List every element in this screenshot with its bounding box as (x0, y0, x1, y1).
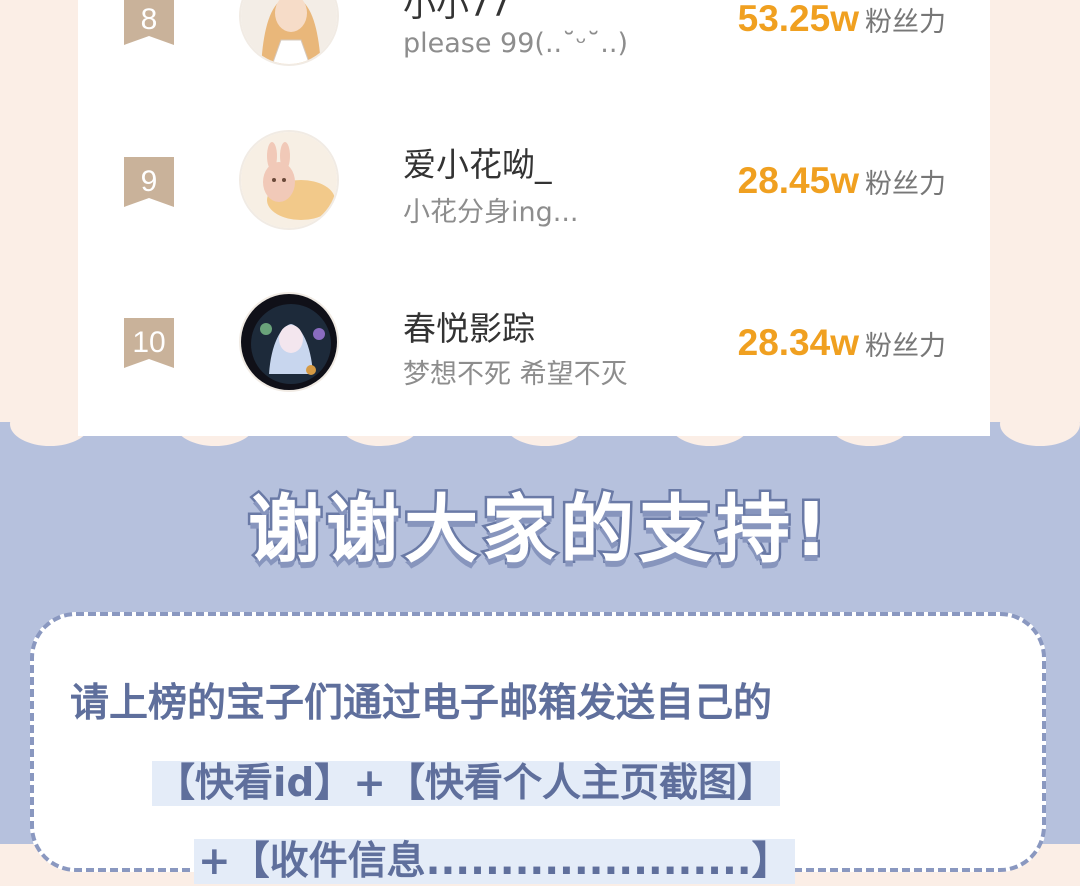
rank-badge: 10 (124, 318, 174, 368)
scallop-divider (0, 410, 1080, 446)
user-bio: 小花分身ing... (403, 197, 579, 228)
avatar[interactable] (239, 0, 339, 66)
notice-line-1: 请上榜的宝子们通过电子邮箱发送自己的 (70, 681, 773, 726)
score-unit: 粉丝力 (865, 331, 946, 362)
notice-line-2-text: 【快看id】+【快看个人主页截图】 (152, 761, 780, 806)
fan-score: 53.25w 粉丝力 (738, 0, 946, 40)
notice-line-3-text: +【收件信息......................】 (194, 839, 795, 884)
leaderboard-section: 8 小小77 please 99(..˘ᵕ˘..) 53.25w 粉丝力 9 爱… (0, 0, 1080, 440)
score-value: 53.25w (737, 0, 859, 39)
fan-score: 28.34w 粉丝力 (738, 322, 946, 364)
user-bio: please 99(..˘ᵕ˘..) (403, 28, 628, 59)
leaderboard-row[interactable]: 8 小小77 please 99(..˘ᵕ˘..) 53.25w 粉丝力 (78, 0, 990, 90)
notice-line-2: 【快看id】+【快看个人主页截图】 (152, 752, 780, 808)
rank-badge: 8 (124, 0, 174, 45)
score-value: 28.34w (737, 322, 859, 363)
leaderboard-row[interactable]: 9 爱小花呦_ 小花分身ing... 28.45w 粉丝力 (78, 120, 990, 250)
leaderboard-card: 8 小小77 please 99(..˘ᵕ˘..) 53.25w 粉丝力 9 爱… (78, 0, 990, 440)
user-bio: 梦想不死 希望不灭 (403, 359, 628, 390)
thanks-title: 谢谢大家的支持! (246, 485, 832, 576)
user-name: 小小77 (403, 0, 511, 24)
notice-box: 请上榜的宝子们通过电子邮箱发送自己的 【快看id】+【快看个人主页截图】 +【收… (30, 612, 1046, 884)
leaderboard-row[interactable]: 10 春悦影踪 梦想不死 希望不灭 28.34w 粉丝力 (78, 282, 990, 412)
score-unit: 粉丝力 (865, 169, 946, 200)
fan-score: 28.45w 粉丝力 (738, 160, 946, 202)
score-value: 28.45w (737, 160, 859, 201)
avatar[interactable] (239, 292, 339, 392)
user-name: 春悦影踪 (403, 309, 535, 348)
avatar[interactable] (239, 130, 339, 230)
notice-line-3: +【收件信息......................】 (194, 830, 795, 886)
user-name: 爱小花呦_ (403, 145, 552, 184)
score-unit: 粉丝力 (865, 7, 946, 38)
rank-badge: 9 (124, 157, 174, 207)
